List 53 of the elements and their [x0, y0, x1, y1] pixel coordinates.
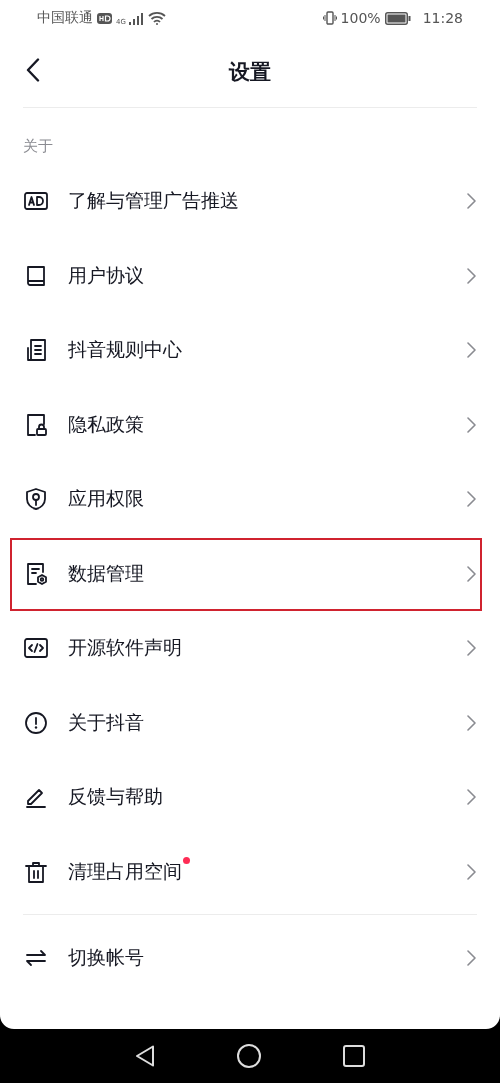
settings-item[interactable]: 隐私政策 — [0, 387, 500, 462]
code-icon — [24, 636, 48, 661]
settings-item[interactable]: 用户协议 — [0, 238, 500, 313]
chevron-right-icon — [467, 342, 476, 359]
book-icon — [24, 263, 48, 288]
settings-item[interactable]: 开源软件声明 — [0, 611, 500, 686]
item-label: 数据管理 — [68, 560, 144, 586]
exclamation-icon — [24, 710, 48, 735]
item-label: 清理占用空间 — [68, 858, 182, 884]
recents-icon[interactable] — [343, 1045, 365, 1067]
shield-icon — [24, 487, 48, 512]
settings-item[interactable]: 关于抖音 — [0, 685, 500, 760]
hd-icon — [97, 12, 112, 24]
chevron-right-icon — [467, 193, 476, 210]
settings-item[interactable]: 切换帐号 — [0, 921, 500, 996]
item-label: 了解与管理广告推送 — [68, 188, 239, 214]
back-icon[interactable] — [26, 58, 40, 82]
chevron-right-icon — [467, 789, 476, 806]
chevron-right-icon — [467, 640, 476, 657]
settings-item[interactable]: 了解与管理广告推送 — [0, 164, 500, 239]
vibrate-icon — [322, 11, 337, 25]
item-label: 抖音规则中心 — [68, 337, 182, 363]
home-icon[interactable] — [237, 1044, 261, 1068]
item-label: 切换帐号 — [68, 945, 144, 971]
battery-percent: 100% — [340, 10, 381, 26]
item-label: 关于抖音 — [68, 709, 144, 735]
settings-item[interactable]: 清理占用空间 — [0, 834, 500, 909]
settings-item[interactable]: 数据管理 — [0, 536, 500, 611]
carrier-name: 中国联通 — [37, 9, 93, 27]
settings-item[interactable]: 抖音规则中心 — [0, 313, 500, 388]
item-label: 开源软件声明 — [68, 635, 182, 661]
item-label: 应用权限 — [68, 486, 144, 512]
settings-item[interactable]: 反馈与帮助 — [0, 760, 500, 835]
item-label: 反馈与帮助 — [68, 784, 163, 810]
chevron-right-icon — [467, 714, 476, 731]
page-title: 设置 — [229, 58, 271, 86]
chevron-right-icon — [467, 267, 476, 284]
document-gear-icon — [24, 561, 48, 586]
chevron-right-icon — [467, 950, 476, 967]
chevron-right-icon — [467, 491, 476, 508]
section-label: 关于 — [22, 136, 54, 157]
wifi-icon — [147, 11, 166, 25]
battery-icon — [384, 11, 411, 25]
chevron-right-icon — [467, 565, 476, 582]
trash-icon — [24, 859, 48, 884]
item-label: 隐私政策 — [68, 411, 144, 437]
settings-item[interactable]: 应用权限 — [0, 462, 500, 537]
document-icon — [24, 338, 48, 363]
clock: 11:28 — [422, 10, 463, 26]
chevron-right-icon — [467, 416, 476, 433]
document-lock-icon — [24, 412, 48, 437]
chevron-right-icon — [467, 863, 476, 880]
item-label: 用户协议 — [68, 262, 144, 288]
